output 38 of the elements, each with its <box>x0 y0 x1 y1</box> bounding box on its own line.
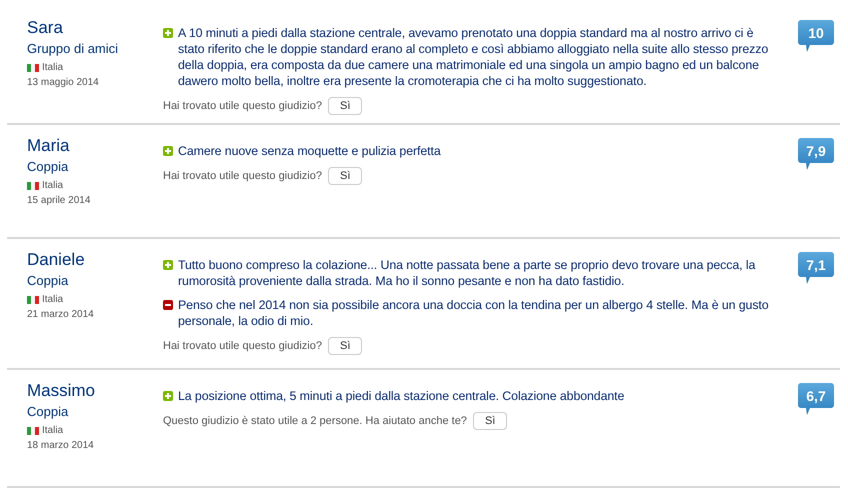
review-date: 13 maggio 2014 <box>27 77 100 88</box>
plus-icon <box>163 391 173 401</box>
country-label: Italia <box>42 425 64 436</box>
review-date: 21 marzo 2014 <box>27 309 95 320</box>
helpful-question: Questo giudizio è stato utile a 2 persone. Ha aiutato anche te? <box>163 415 467 427</box>
positive-comment: La posizione ottima, 5 minuti a piedi dalla stazione centrale. Colazione abbondante <box>178 388 624 404</box>
helpful-question: Hai trovato utile questo giudizio? <box>163 100 322 112</box>
yes-button[interactable]: Sì <box>328 167 362 185</box>
review-date: 15 aprile 2014 <box>27 195 92 206</box>
reviewer-name: Sara <box>27 18 64 38</box>
positive-comment: Tutto buono compreso la colazione... Una notte passata bene a parte se proprio devo trovare una pecca, la rumorosità proveniente dalla strada. Ma ho il sonno pesante e non ha dato fastidio. <box>178 257 756 289</box>
traveler-type: Coppia <box>27 404 70 420</box>
flag-icon <box>27 426 39 434</box>
review-date: 18 marzo 2014 <box>27 440 95 451</box>
traveler-type: Gruppo di amici <box>27 41 120 57</box>
reviewer-name: Massimo <box>27 381 96 401</box>
yes-button[interactable]: Sì <box>472 412 508 430</box>
traveler-type: Coppia <box>27 159 70 175</box>
reviewer-name: Maria <box>27 136 71 156</box>
helpful-question: Hai trovato utile questo giudizio? <box>163 170 322 182</box>
flag-icon <box>27 296 39 304</box>
positive-comment: A 10 minuti a piedi dalla stazione centrale, avevamo prenotato una doppia standard ma al nostro arrivo ci è stato riferito che le doppie standard erano al completo e così abbiamo alloggiato nella suite allo stesso prezzo della doppia, era composta da due camere una matrimoniale ed una singola un ampio bagno ed un balcone dawero molto bella, inoltre era presente la cromoterapia che ci ha molto suggestionato. <box>178 25 770 89</box>
country-label: Italia <box>42 294 64 305</box>
negative-comment: Penso che nel 2014 non sia possibile ancora una doccia con la tendina per un albergo 4 stelle. Ma è un gusto personale, la odio di mio. <box>178 297 770 329</box>
traveler-type: Coppia <box>27 273 70 289</box>
reviewer-name: Daniele <box>27 250 86 270</box>
plus-icon <box>163 28 173 38</box>
yes-button[interactable]: Sì <box>328 337 362 355</box>
positive-comment: Camere nuove senza moquette e pulizia perfetta <box>178 143 441 159</box>
plus-icon <box>163 260 173 270</box>
flag-icon <box>27 64 39 72</box>
minus-icon <box>163 300 173 310</box>
yes-button[interactable]: Sì <box>328 97 362 115</box>
country-label: Italia <box>42 180 64 191</box>
flag-icon <box>27 182 39 190</box>
country-label: Italia <box>42 62 64 73</box>
plus-icon <box>163 146 173 156</box>
helpful-question: Hai trovato utile questo giudizio? <box>163 340 322 352</box>
